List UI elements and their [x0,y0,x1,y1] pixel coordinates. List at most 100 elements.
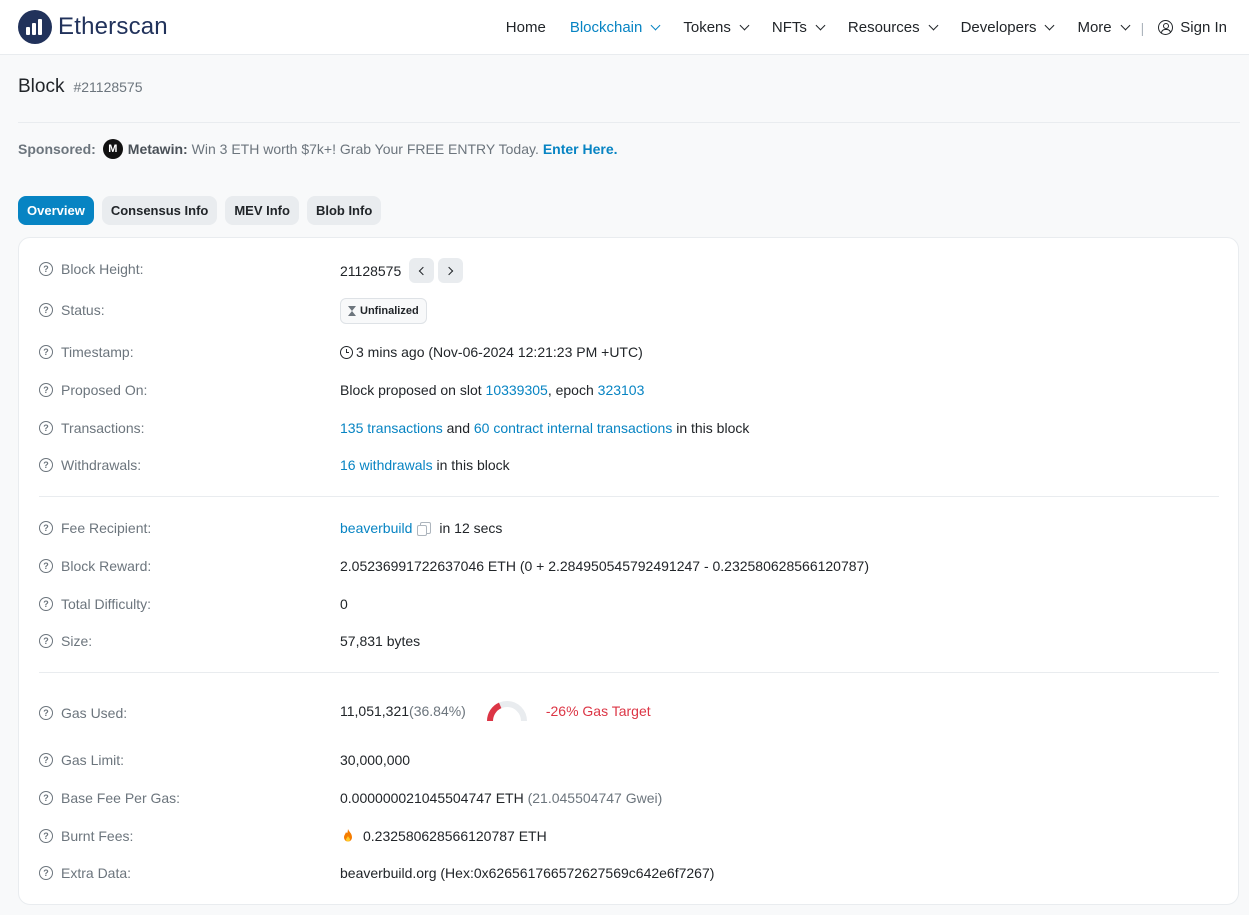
question-circle-icon[interactable]: ? [39,458,53,472]
base-fee-gwei: (21.045504747 Gwei) [527,790,663,806]
base-fee-value: 0.000000021045504747 ETH (21.045504747 G… [340,790,662,806]
gas-used-number: 11,051,321 [340,702,410,719]
withdrawals-link[interactable]: 16 withdrawals [340,457,433,473]
nav-blockchain-label: Blockchain [569,19,643,36]
epoch-link[interactable]: 323103 [598,382,645,398]
previous-block-button[interactable] [409,258,435,283]
question-circle-icon[interactable]: ? [39,866,53,880]
question-circle-icon[interactable]: ? [39,521,53,535]
clock-icon [340,345,353,359]
block-tabs: Overview Consensus Info MEV Info Blob In… [18,196,382,225]
block-number: #21128575 [73,79,143,95]
size-label: ? Size: [39,633,92,649]
nav-home-label: Home [505,19,546,36]
question-circle-icon[interactable]: ? [39,345,53,359]
proposed-on-label: ? Proposed On: [39,382,147,398]
copy-icon[interactable] [417,522,432,536]
question-circle-icon[interactable]: ? [39,753,53,767]
question-circle-icon[interactable]: ? [39,829,53,843]
gas-limit-value: 30,000,000 [340,752,411,768]
fee-recipient-link[interactable]: beaverbuild [340,520,412,536]
status-value: Unfinalized [340,298,427,324]
top-navbar: Etherscan Home Blockchain Tokens NFTs Re… [0,0,1249,55]
page-title: Block #21128575 [18,76,143,98]
sponsor-text: Win 3 ETH worth $7k+! Grab Your FREE ENT… [191,141,539,157]
section-divider [39,672,1219,673]
question-circle-icon[interactable]: ? [39,791,53,805]
title-divider [18,122,1240,123]
gas-used-label: ? Gas Used: [39,705,127,721]
gas-target-text: -26% Gas Target [545,702,651,719]
slot-link[interactable]: 10339305 [486,382,548,398]
burnt-fees-label-text: Burnt Fees: [61,828,134,844]
sign-in-button[interactable]: Sign In [1158,19,1227,36]
withdrawals-label: ? Withdrawals: [39,457,141,473]
status-label: ? Status: [39,302,105,318]
question-circle-icon[interactable]: ? [39,559,53,573]
question-circle-icon[interactable]: ? [39,303,53,317]
total-difficulty-value: 0 [340,596,348,612]
brand-name: Etherscan [58,13,168,40]
fire-icon [344,829,352,842]
tab-mev-info[interactable]: MEV Info [225,196,299,225]
transactions-suffix: in this block [676,420,750,436]
transactions-label: ? Transactions: [39,420,145,436]
chevron-down-icon [1120,20,1131,31]
block-reward-label-text: Block Reward: [61,558,152,574]
base-fee-label: ? Base Fee Per Gas: [39,790,180,806]
nav-blockchain[interactable]: Blockchain [569,19,661,36]
tab-overview[interactable]: Overview [18,196,94,225]
main-nav: Home Blockchain Tokens NFTs Resources De… [482,0,1227,55]
section-divider [39,496,1219,497]
nav-developers-label: Developers [960,19,1037,36]
nav-nfts[interactable]: NFTs [771,19,826,36]
nav-more[interactable]: More [1077,19,1131,36]
burnt-fees-label: ? Burnt Fees: [39,828,133,844]
transactions-and: and [446,420,470,436]
question-circle-icon[interactable]: ? [39,597,53,611]
proposed-on-value: Block proposed on slot 10339305, epoch 3… [340,382,644,398]
nav-tokens[interactable]: Tokens [683,19,750,36]
block-height-number: 21128575 [340,262,402,279]
burnt-fees-text: 0.232580628566120787 ETH [363,828,547,844]
block-height-label: ? Block Height: [39,261,143,277]
sponsor-cta-link[interactable]: Enter Here. [543,141,618,157]
total-difficulty-label: ? Total Difficulty: [39,596,151,612]
gas-limit-label-text: Gas Limit: [61,752,125,768]
sponsored-banner: Sponsored: M Metawin: Win 3 ETH worth $7… [18,139,618,159]
next-block-button[interactable] [438,258,464,283]
extra-data-label-text: Extra Data: [61,865,132,881]
internal-transactions-link[interactable]: 60 contract internal transactions [474,420,672,436]
tab-consensus-info[interactable]: Consensus Info [101,196,218,225]
nav-more-label: More [1077,19,1112,36]
proposed-on-epoch-prefix: , epoch [547,382,594,398]
nav-home[interactable]: Home [506,19,546,36]
nav-resources[interactable]: Resources [848,19,939,36]
etherscan-logo[interactable]: Etherscan [18,10,168,44]
gas-used-percent: (36.84%) [409,702,466,719]
block-overview-card: ? Block Height: 21128575 ? Status: Unfinal… [18,237,1239,905]
tab-blob-info[interactable]: Blob Info [306,196,382,225]
page-heading: Block [18,76,65,97]
timestamp-label-text: Timestamp: [61,344,134,360]
etherscan-logo-icon [18,10,52,44]
extra-data-label: ? Extra Data: [39,865,131,881]
block-reward-label: ? Block Reward: [39,558,151,574]
timestamp-value: 3 mins ago (Nov-06-2024 12:21:23 PM +UTC… [340,344,643,360]
question-circle-icon[interactable]: ? [39,634,53,648]
question-circle-icon[interactable]: ? [39,706,53,720]
transactions-link[interactable]: 135 transactions [340,420,443,436]
nav-nfts-label: NFTs [771,19,807,36]
gas-gauge-icon [486,701,527,721]
nav-developers[interactable]: Developers [960,19,1055,36]
nav-separator: | [1140,19,1145,36]
chevron-down-icon [815,20,826,31]
transactions-value: 135 transactions and 60 contract interna… [340,420,749,436]
block-height-value: 21128575 [340,258,464,283]
question-circle-icon[interactable]: ? [39,421,53,435]
question-circle-icon[interactable]: ? [39,262,53,276]
question-circle-icon[interactable]: ? [39,383,53,397]
withdrawals-suffix: in this block [436,457,510,473]
nav-tokens-label: Tokens [683,19,731,36]
transactions-label-text: Transactions: [61,420,145,436]
